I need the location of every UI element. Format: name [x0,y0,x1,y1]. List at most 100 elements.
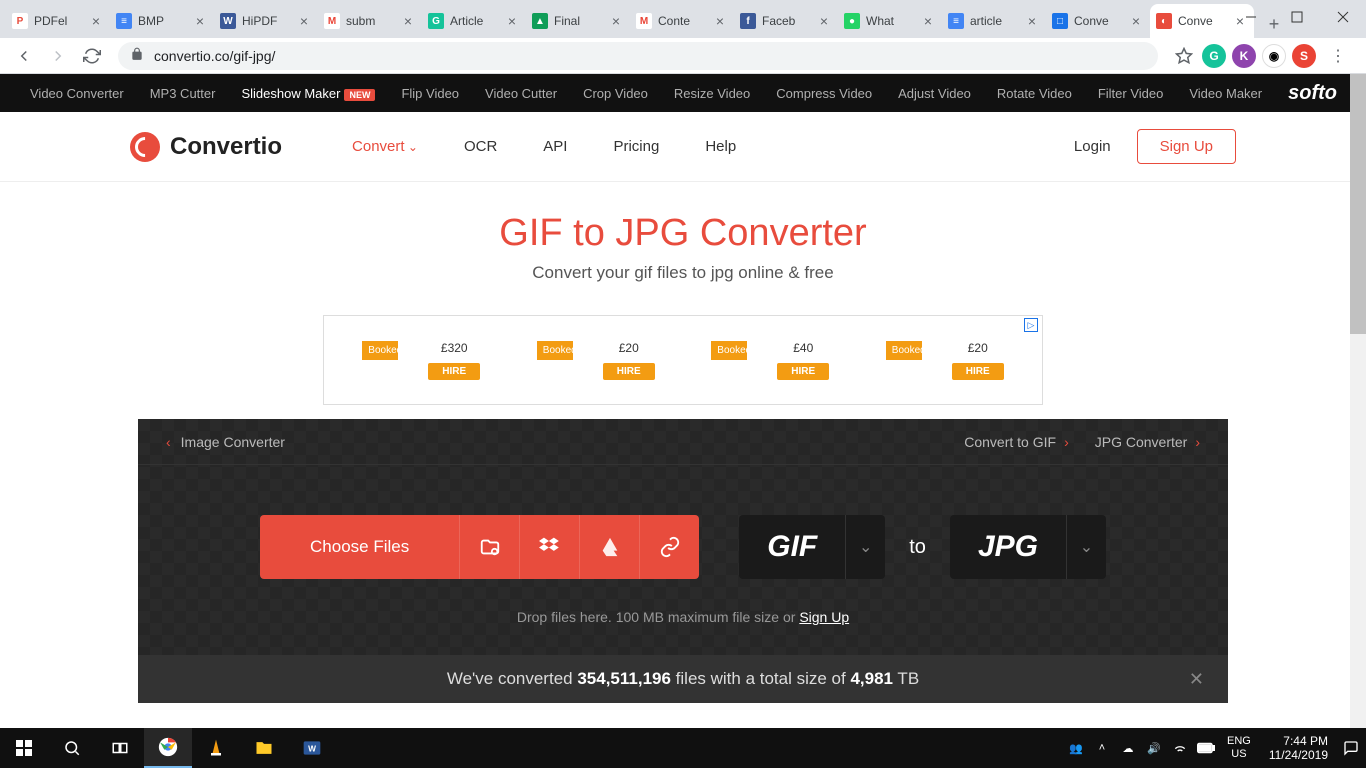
chevron-left-icon: ‹ [166,434,171,450]
address-bar[interactable]: convertio.co/gif-jpg/ [118,42,1158,70]
convertio-logo[interactable]: Convertio [130,132,282,162]
extension-icon[interactable]: K [1232,44,1256,68]
chevron-down-icon: ⌄ [845,515,885,579]
taskbar-app-word[interactable]: W [288,728,336,768]
source-folder-button[interactable] [459,515,519,579]
nav-convert[interactable]: Convert [352,138,418,155]
format-from-label: GIF [739,530,845,564]
browser-tab[interactable]: ●What× [838,4,942,38]
window-maximize-button[interactable] [1274,0,1320,34]
tab-close-button[interactable]: × [88,13,104,29]
breadcrumb-convert-gif[interactable]: Convert to GIF› [964,434,1068,450]
tab-label: Article [450,14,504,28]
ad-info-icon[interactable]: ▷ [1024,318,1038,332]
browser-tab[interactable]: MConte× [630,4,734,38]
taskbar-app-chrome[interactable] [144,728,192,768]
softo-nav-item[interactable]: MP3 Cutter [150,86,216,101]
bookmark-star-icon[interactable] [1168,40,1200,72]
softo-nav-item[interactable]: Crop Video [583,86,648,101]
tab-close-button[interactable]: × [816,13,832,29]
back-button[interactable] [8,40,40,72]
scrollbar-thumb[interactable] [1350,74,1366,334]
extension-icon[interactable]: ◉ [1262,44,1286,68]
taskbar-app-explorer[interactable] [240,728,288,768]
tab-favicon: M [636,13,652,29]
nav-api[interactable]: API [543,138,567,155]
nav-ocr[interactable]: OCR [464,138,497,155]
choose-files-button[interactable]: Choose Files [260,515,459,579]
softo-nav-item[interactable]: Resize Video [674,86,750,101]
tray-onedrive-icon[interactable]: ☁ [1119,739,1137,757]
window-minimize-button[interactable] [1228,0,1274,34]
source-dropbox-button[interactable] [519,515,579,579]
extension-grammarly-icon[interactable]: G [1202,44,1226,68]
search-button[interactable] [48,728,96,768]
taskbar-app-vlc[interactable] [192,728,240,768]
browser-tab[interactable]: G Article× [422,4,526,38]
forward-button[interactable] [42,40,74,72]
softo-nav-item[interactable]: Video Maker [1189,86,1262,101]
breadcrumb-jpg-converter[interactable]: JPG Converter› [1095,434,1200,450]
browser-tab[interactable]: fFaceb× [734,4,838,38]
browser-tab[interactable]: ▲Final× [526,4,630,38]
tab-label: Conve [1074,14,1128,28]
page-subtitle: Convert your gif files to jpg online & f… [0,263,1366,283]
tab-close-button[interactable]: × [192,13,208,29]
tray-wifi-icon[interactable] [1171,739,1189,757]
chrome-menu-button[interactable]: ⋮ [1322,40,1354,72]
tab-close-button[interactable]: × [400,13,416,29]
tab-favicon: ≡ [116,13,132,29]
browser-tab[interactable]: ≡BMP× [110,4,214,38]
softo-toolbar: Video Converter MP3 Cutter Slideshow Maker… [0,74,1366,112]
softo-nav-item[interactable]: Filter Video [1098,86,1164,101]
tab-favicon: G [428,13,444,29]
signup-button[interactable]: Sign Up [1137,129,1236,164]
login-link[interactable]: Login [1074,138,1111,155]
softo-nav-item[interactable]: Adjust Video [898,86,971,101]
tab-label: Final [554,14,608,28]
nav-help[interactable]: Help [705,138,736,155]
softo-nav-item[interactable]: Rotate Video [997,86,1072,101]
tab-favicon: ● [844,13,860,29]
ad-banner[interactable]: Booked...£320HIREBooked...£20HIREBooked.… [323,315,1043,405]
breadcrumb-back[interactable]: ‹ Image Converter [166,434,285,450]
tray-up-icon[interactable]: ˄ [1093,739,1111,757]
profile-avatar[interactable]: S [1292,44,1316,68]
tab-close-button[interactable]: × [920,13,936,29]
tab-close-button[interactable]: × [296,13,312,29]
browser-tab[interactable]: □Conve× [1046,4,1150,38]
tray-notifications-icon[interactable] [1342,739,1360,757]
tab-close-button[interactable]: × [608,13,624,29]
tray-volume-icon[interactable]: 🔊 [1145,739,1163,757]
format-from-selector[interactable]: GIF ⌄ [739,515,885,579]
format-to-selector[interactable]: JPG ⌄ [950,515,1106,579]
main-navigation: Convert OCR API Pricing Help [352,138,736,155]
browser-tab[interactable]: ≡article× [942,4,1046,38]
signup-link[interactable]: Sign Up [799,609,849,625]
tray-battery-icon[interactable] [1197,739,1215,757]
browser-tab[interactable]: Msubm× [318,4,422,38]
softo-nav-item[interactable]: Video Cutter [485,86,557,101]
tray-language[interactable]: ENGUS [1223,735,1255,761]
close-stats-button[interactable]: ✕ [1189,669,1204,690]
tab-close-button[interactable]: × [712,13,728,29]
softo-nav-item[interactable]: Flip Video [401,86,459,101]
tray-people-icon[interactable]: 👥 [1067,739,1085,757]
vertical-scrollbar[interactable] [1350,74,1366,728]
softo-nav-item[interactable]: Slideshow MakerNEW [241,86,375,101]
tray-clock[interactable]: 7:44 PM11/24/2019 [1263,734,1334,763]
browser-tab[interactable]: PPDFel× [6,4,110,38]
browser-tab[interactable]: WHiPDF× [214,4,318,38]
window-close-button[interactable] [1320,0,1366,34]
source-url-button[interactable] [639,515,699,579]
start-button[interactable] [0,728,48,768]
softo-nav-item[interactable]: Video Converter [30,86,124,101]
tab-close-button[interactable]: × [504,13,520,29]
reload-button[interactable] [76,40,108,72]
tab-close-button[interactable]: × [1128,13,1144,29]
softo-nav-item[interactable]: Compress Video [776,86,872,101]
nav-pricing[interactable]: Pricing [613,138,659,155]
tab-close-button[interactable]: × [1024,13,1040,29]
source-googledrive-button[interactable] [579,515,639,579]
task-view-button[interactable] [96,728,144,768]
